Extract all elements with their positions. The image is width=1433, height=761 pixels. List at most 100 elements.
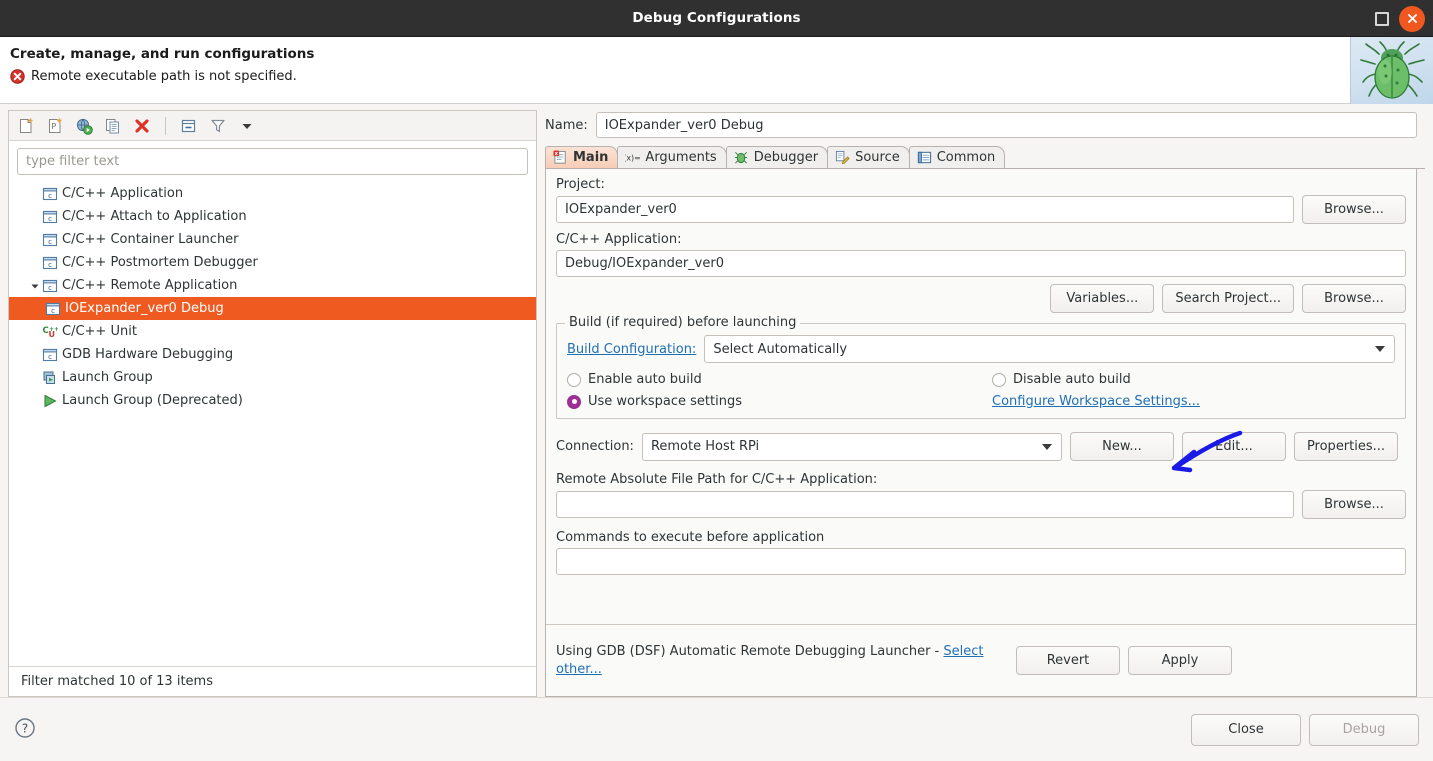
build-configuration-link[interactable]: Build Configuration:	[567, 342, 696, 357]
svg-text:c: c	[48, 192, 52, 200]
configurations-tree[interactable]: c C/C++ Application c C/C++ Attach to Appli…	[9, 180, 536, 666]
source-tab-icon	[835, 150, 850, 165]
tree-item-label: C/C++ Postmortem Debugger	[62, 255, 258, 270]
c-config-icon: c	[42, 255, 58, 271]
new-launch-group-icon[interactable]	[75, 117, 93, 135]
tree-item-label: IOExpander_ver0 Debug	[65, 301, 224, 316]
revert-button[interactable]: Revert	[1016, 646, 1120, 675]
tab-label: Debugger	[753, 150, 819, 165]
duplicate-icon[interactable]	[104, 117, 122, 135]
tab-common[interactable]: Common	[908, 146, 1006, 168]
dialog-body: P type filter text c C/C++ Application c…	[0, 105, 1433, 697]
help-icon[interactable]: ?	[14, 717, 36, 743]
maximize-icon[interactable]	[1375, 11, 1389, 26]
application-browse-button[interactable]: Browse...	[1302, 284, 1406, 313]
tree-item[interactable]: c C/C++ Container Launcher	[9, 228, 536, 251]
tree-item[interactable]: Launch Group (Deprecated)	[9, 389, 536, 412]
radio-disable-auto-build-label: Disable auto build	[1013, 372, 1131, 387]
tab-label: Main	[573, 150, 609, 165]
close-button[interactable]: Close	[1191, 713, 1301, 746]
tree-item-selected[interactable]: c IOExpander_ver0 Debug	[9, 297, 536, 320]
connection-new-button[interactable]: New...	[1069, 432, 1174, 461]
dialog-header: Create, manage, and run configurations R…	[0, 37, 1433, 104]
tree-item[interactable]: c C/C++ Postmortem Debugger	[9, 251, 536, 274]
radio-indicator	[992, 372, 1006, 387]
project-browse-button[interactable]: Browse...	[1302, 195, 1406, 224]
remote-path-row: Browse...	[556, 490, 1406, 519]
delete-icon[interactable]	[133, 117, 151, 135]
window-title: Debug Configurations	[632, 10, 801, 26]
build-group: Build (if required) before launching Bui…	[556, 315, 1406, 419]
svg-text:c: c	[48, 353, 52, 361]
radio-indicator	[567, 372, 581, 387]
connection-combo[interactable]: Remote Host RPi	[641, 432, 1062, 461]
tree-item-label: C/C++ Remote Application	[62, 278, 238, 293]
chevron-down-icon	[1375, 346, 1385, 352]
remote-path-browse-button[interactable]: Browse...	[1302, 490, 1406, 519]
collapse-all-icon[interactable]	[180, 117, 198, 135]
filter-icon[interactable]	[209, 117, 227, 135]
tree-item-label: C/C++ Attach to Application	[62, 209, 247, 224]
connection-edit-button[interactable]: Edit...	[1181, 432, 1286, 461]
common-tab-icon	[917, 150, 932, 165]
tree-item[interactable]: c C/C++ Attach to Application	[9, 205, 536, 228]
tab-arguments[interactable]: (x)= Arguments	[617, 146, 727, 168]
configure-workspace-settings-link[interactable]: Configure Workspace Settings...	[992, 394, 1200, 409]
application-input[interactable]	[556, 250, 1406, 277]
c-config-icon: c	[42, 232, 58, 248]
tree-item[interactable]: Launch Group	[9, 366, 536, 389]
launch-group-icon	[42, 370, 58, 386]
tree-item[interactable]: c GDB Hardware Debugging	[9, 343, 536, 366]
error-icon	[10, 69, 25, 84]
build-config-row: Build Configuration: Select Automaticall…	[567, 335, 1395, 363]
close-icon[interactable]	[1399, 5, 1425, 32]
search-project-button[interactable]: Search Project...	[1162, 284, 1294, 313]
apply-button[interactable]: Apply	[1128, 646, 1232, 675]
config-tabs[interactable]: x Main (x)= Arguments Debugger Source Common	[545, 146, 1425, 169]
radio-enable-auto-build-label: Enable auto build	[588, 372, 702, 387]
tree-item[interactable]: C ++ U C/C++ Unit	[9, 320, 536, 343]
arguments-tab-icon: (x)=	[625, 150, 640, 165]
svg-text:(x)=: (x)=	[625, 153, 640, 162]
radio-use-workspace-settings[interactable]: Use workspace settings	[567, 394, 992, 409]
new-prototype-icon[interactable]: P	[46, 117, 64, 135]
filter-input[interactable]	[17, 148, 528, 175]
tab-main[interactable]: x Main	[545, 146, 619, 168]
tree-item-label: C/C++ Application	[62, 186, 184, 201]
configuration-editor: Name: x Main (x)= Arguments Debugger Source Co…	[545, 110, 1425, 697]
commands-input[interactable]	[556, 548, 1406, 575]
window-controls	[1375, 0, 1425, 37]
remote-path-input[interactable]	[556, 491, 1294, 518]
debugger-tab-icon	[734, 150, 749, 165]
radio-use-workspace-settings-label: Use workspace settings	[588, 394, 742, 409]
connection-properties-button[interactable]: Properties...	[1293, 432, 1399, 461]
tree-item[interactable]: c C/C++ Application	[9, 182, 536, 205]
debug-button[interactable]: Debug	[1309, 713, 1419, 746]
expand-twisty-icon[interactable]	[27, 281, 42, 291]
main-tab-icon: x	[553, 150, 568, 165]
tab-source[interactable]: Source	[827, 146, 910, 168]
launch-group-deprecated-icon	[42, 393, 58, 409]
dialog-bottom-bar: ? Close Debug	[0, 697, 1433, 761]
project-row: Browse...	[556, 195, 1406, 224]
tree-item-label: Launch Group	[62, 370, 153, 385]
project-input[interactable]	[556, 196, 1294, 223]
name-input[interactable]	[595, 112, 1417, 138]
tab-debugger[interactable]: Debugger	[725, 146, 829, 168]
variables-button[interactable]: Variables...	[1050, 284, 1155, 313]
application-button-row: Variables... Search Project... Browse...	[556, 284, 1406, 313]
tab-label: Arguments	[645, 150, 717, 165]
configurations-panel: P type filter text c C/C++ Application c…	[8, 110, 537, 697]
build-configuration-combo[interactable]: Select Automatically	[704, 335, 1395, 363]
c-config-icon: c	[45, 301, 61, 317]
new-configuration-icon[interactable]	[17, 117, 35, 135]
svg-text:?: ?	[22, 721, 28, 735]
radio-enable-auto-build[interactable]: Enable auto build	[567, 372, 992, 387]
radio-disable-auto-build[interactable]: Disable auto build	[992, 372, 1395, 387]
svg-text:c: c	[48, 215, 52, 223]
project-label: Project:	[556, 177, 605, 192]
commands-label: Commands to execute before application	[556, 530, 825, 545]
tree-item[interactable]: c C/C++ Remote Application	[9, 274, 536, 297]
c-config-icon: c	[42, 278, 58, 294]
view-menu-icon[interactable]	[238, 117, 256, 135]
